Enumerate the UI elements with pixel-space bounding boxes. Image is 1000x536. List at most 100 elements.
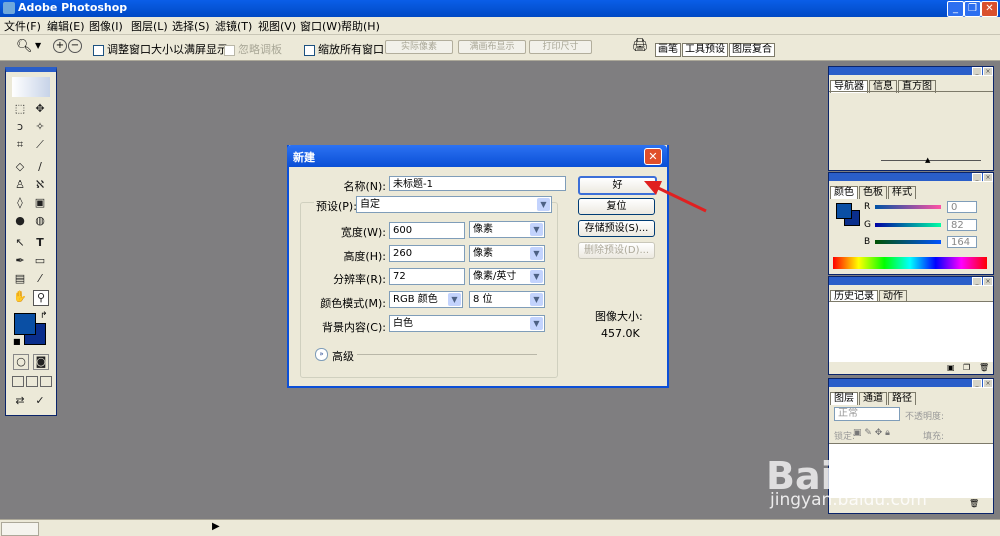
color-mode-select[interactable]: RGB 颜色 ▼ (389, 291, 463, 308)
channel-b-slider[interactable] (875, 240, 941, 244)
clone-stamp-tool-icon[interactable]: ♙ (13, 178, 27, 192)
notes-tool-icon[interactable]: ▤ (13, 272, 27, 286)
resolution-unit-select[interactable]: 像素/英寸 ▼ (469, 268, 545, 285)
tab-swatches[interactable]: 色板 (859, 186, 887, 199)
tab-brushes[interactable]: 画笔 (655, 43, 681, 57)
eraser-tool-icon[interactable]: ◊ (13, 196, 27, 210)
channel-r-field[interactable]: 0 (947, 201, 977, 213)
color-foreground-swatch[interactable] (836, 203, 852, 219)
healing-brush-tool-icon[interactable]: ◇ (13, 160, 27, 174)
full-screen-menu-mode-icon[interactable] (26, 376, 38, 387)
path-selection-tool-icon[interactable]: ↖ (13, 236, 27, 250)
crop-tool-icon[interactable]: ⌗ (13, 138, 27, 152)
minimize-button[interactable]: _ (947, 1, 964, 17)
file-browser-icon[interactable]: 🖨︎ (632, 38, 649, 53)
actual-pixels-button[interactable]: 实际像素 (385, 40, 453, 54)
advanced-expand-icon[interactable]: » (315, 348, 328, 361)
menu-edit[interactable]: 编辑(E) (47, 18, 85, 34)
width-field[interactable]: 600 (389, 222, 465, 239)
tab-paths[interactable]: 路径 (888, 392, 916, 405)
eyedropper-tool-icon[interactable]: ⁄ (33, 272, 47, 286)
menu-view[interactable]: 视图(V) (258, 18, 296, 34)
close-palette-icon[interactable]: × (983, 379, 993, 388)
resolution-field[interactable]: 72 (389, 268, 465, 285)
tab-layers[interactable]: 图层 (830, 392, 858, 405)
lasso-tool-icon[interactable]: ↄ (13, 120, 27, 134)
preset-select[interactable]: 自定 ▼ (356, 196, 552, 213)
minimize-palette-icon[interactable]: _ (972, 67, 982, 76)
channel-g-slider[interactable] (875, 223, 941, 227)
minimize-palette-icon[interactable]: _ (972, 379, 982, 388)
pen-tool-icon[interactable]: ✒ (13, 254, 27, 268)
tab-styles[interactable]: 样式 (888, 186, 916, 199)
height-unit-select[interactable]: 像素 ▼ (469, 245, 545, 262)
new-snapshot-icon[interactable]: ▣ (947, 363, 955, 372)
magic-wand-tool-icon[interactable]: ✧ (33, 120, 47, 134)
minimize-palette-icon[interactable]: _ (972, 173, 982, 182)
tab-color[interactable]: 颜色 (830, 186, 858, 199)
blur-tool-icon[interactable]: ● (13, 214, 27, 228)
close-palette-icon[interactable]: × (983, 67, 993, 76)
print-size-button[interactable]: 打印尺寸 (529, 40, 592, 54)
move-tool-icon[interactable]: ✥ (33, 102, 47, 116)
marquee-tool-icon[interactable]: ⬚ (13, 102, 27, 116)
tab-tool-presets[interactable]: 工具预设 (682, 43, 728, 57)
menu-window[interactable]: 窗口(W) (300, 18, 341, 34)
bit-depth-select[interactable]: 8 位 ▼ (469, 291, 545, 308)
quick-mask-mode-icon[interactable]: ◙ (33, 354, 49, 370)
menu-filter[interactable]: 滤镜(T) (215, 18, 252, 34)
name-field[interactable]: 未标题-1 (389, 176, 566, 191)
default-colors-icon[interactable]: ■ (13, 337, 21, 346)
tab-channels[interactable]: 通道 (859, 392, 887, 405)
close-palette-icon[interactable]: × (983, 277, 993, 286)
close-palette-icon[interactable]: × (983, 173, 993, 182)
chevron-down-icon[interactable]: ▼ (35, 41, 41, 50)
channel-g-field[interactable]: 82 (947, 219, 977, 231)
full-screen-mode-icon[interactable] (40, 376, 52, 387)
zoom-tool-icon[interactable]: 🔍︎ (16, 39, 33, 54)
zoom-slider[interactable] (881, 160, 981, 161)
foreground-color-swatch[interactable] (14, 313, 36, 335)
resize-windows-checkbox[interactable]: 调整窗口大小以满屏显示 (93, 41, 228, 57)
fit-screen-button[interactable]: 满画布显示 (458, 40, 526, 54)
minimize-palette-icon[interactable]: _ (972, 277, 982, 286)
imageready-jump-icon[interactable]: ⇄ (13, 394, 27, 408)
width-unit-select[interactable]: 像素 ▼ (469, 221, 545, 238)
zoom-out-icon[interactable]: − (68, 39, 82, 53)
shape-tool-icon[interactable]: ▭ (33, 254, 47, 268)
save-preset-button[interactable]: 存储预设(S)... (578, 220, 655, 237)
dialog-close-button[interactable]: ✕ (644, 148, 662, 165)
menu-image[interactable]: 图像(I) (89, 18, 123, 34)
slice-tool-icon[interactable]: ⟋ (33, 138, 47, 152)
height-field[interactable]: 260 (389, 245, 465, 262)
trash-icon[interactable]: 🗑︎ (979, 363, 989, 372)
trash-icon[interactable]: 🗑︎ (969, 499, 979, 508)
status-arrow-icon[interactable]: ▶ (212, 521, 220, 532)
restore-button[interactable]: ❐ (964, 1, 981, 17)
zoom-all-windows-checkbox[interactable]: 缩放所有窗口 (304, 41, 384, 57)
gradient-tool-icon[interactable]: ▣ (33, 196, 47, 210)
hand-tool-icon[interactable]: ✋ (13, 290, 27, 304)
menu-select[interactable]: 选择(S) (172, 18, 210, 34)
menu-layer[interactable]: 图层(L) (131, 18, 168, 34)
new-document-icon[interactable]: ❐ (963, 363, 970, 372)
swap-colors-icon[interactable]: ↱ (40, 311, 48, 321)
zoom-tool-icon[interactable]: ⚲ (33, 290, 49, 306)
standard-screen-mode-icon[interactable] (12, 376, 24, 387)
history-brush-tool-icon[interactable]: ℵ (33, 178, 47, 192)
menu-help[interactable]: 帮助(H) (341, 18, 380, 34)
color-spectrum-bar[interactable] (833, 257, 987, 269)
brush-tool-icon[interactable]: ∕ (33, 160, 47, 174)
zoom-in-icon[interactable]: + (53, 39, 67, 53)
dodge-tool-icon[interactable]: ◍ (33, 214, 47, 228)
imageready-logo-icon[interactable]: ✓ (33, 394, 47, 408)
channel-b-field[interactable]: 164 (947, 236, 977, 248)
zoom-slider-thumb-icon[interactable]: ▲ (925, 156, 930, 164)
close-button[interactable]: ✕ (981, 1, 998, 17)
type-tool-icon[interactable]: T (33, 236, 47, 250)
standard-mode-icon[interactable]: ○ (13, 354, 29, 370)
tab-layer-comps[interactable]: 图层复合 (729, 43, 775, 57)
menu-file[interactable]: 文件(F) (4, 18, 41, 34)
background-contents-select[interactable]: 白色 ▼ (389, 315, 545, 332)
channel-r-slider[interactable] (875, 205, 941, 209)
